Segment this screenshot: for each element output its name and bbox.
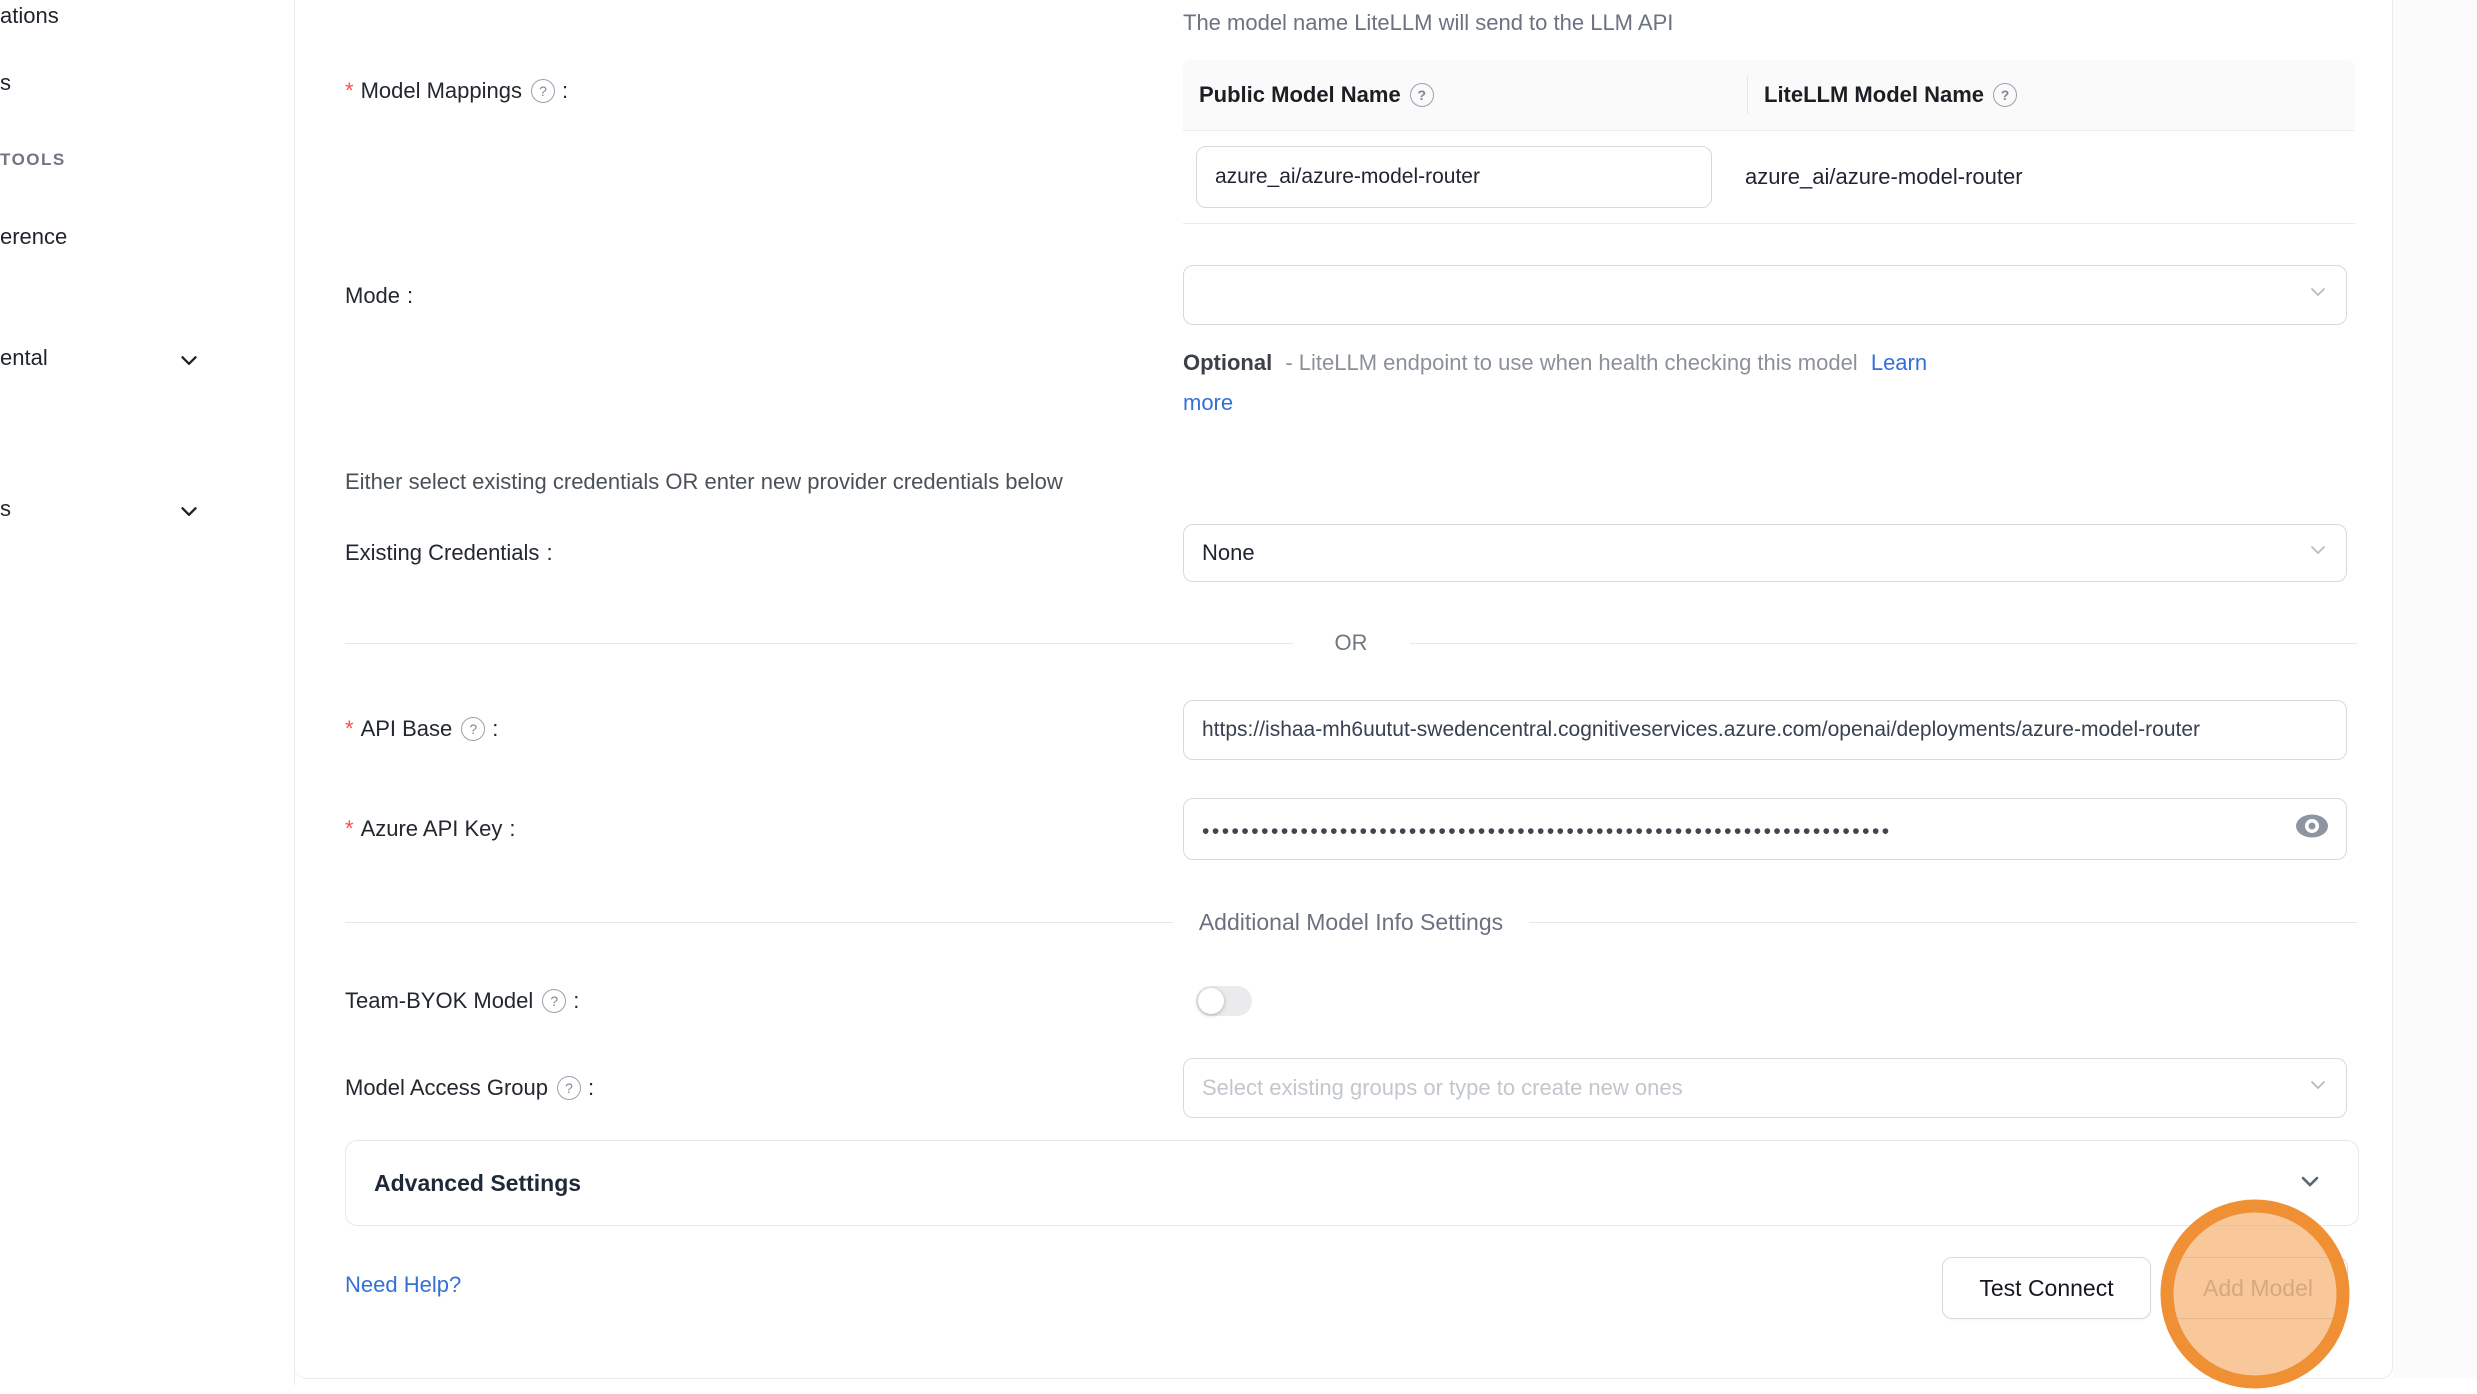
sidebar-item-erence[interactable]: erence: [0, 224, 67, 250]
litellm-model-name-value: azure_ai/azure-model-router: [1745, 162, 2023, 192]
team-byok-toggle[interactable]: [1196, 986, 1252, 1016]
help-icon[interactable]: ?: [1410, 83, 1434, 107]
chevron-down-icon[interactable]: [176, 347, 202, 378]
mode-optional-note: Optional - LiteLLM endpoint to use when …: [1183, 348, 1927, 378]
model-mappings-table-header: Public Model Name ? LiteLLM Model Name ?: [1183, 60, 2355, 131]
team-byok-label: Team-BYOK Model ? :: [345, 986, 579, 1016]
sidebar-item-s2[interactable]: s: [0, 496, 11, 522]
existing-credentials-label: Existing Credentials :: [345, 538, 553, 568]
model-mappings-table: Public Model Name ? LiteLLM Model Name ?…: [1183, 60, 2355, 224]
help-icon[interactable]: ?: [1993, 83, 2017, 107]
add-model-button[interactable]: Add Model: [2168, 1257, 2348, 1319]
model-name-helper-text: The model name LiteLLM will send to the …: [1183, 8, 1673, 38]
or-divider: OR: [345, 628, 2357, 658]
or-divider-text: OR: [1335, 630, 1368, 656]
divider-line: [345, 643, 1293, 644]
credentials-hint-text: Either select existing credentials OR en…: [345, 467, 1063, 497]
divider-line: [1529, 922, 2357, 923]
api-base-label: * API Base ? :: [345, 714, 498, 744]
required-mark: *: [345, 714, 354, 744]
model-mappings-label: * Model Mappings ? :: [345, 76, 568, 106]
public-model-name-input[interactable]: [1196, 146, 1712, 208]
sidebar-section-tools: TOOLS: [0, 150, 66, 170]
eye-icon[interactable]: [2294, 812, 2330, 846]
chevron-down-icon: [2296, 1167, 2324, 1200]
chevron-down-icon: [2306, 280, 2330, 310]
label-colon: :: [509, 814, 515, 844]
additional-settings-divider: Additional Model Info Settings: [345, 907, 2357, 937]
existing-credentials-label-text: Existing Credentials: [345, 538, 539, 568]
model-mappings-table-row: azure_ai/azure-model-router: [1183, 131, 2355, 224]
mode-label: Mode :: [345, 281, 413, 311]
additional-settings-divider-text: Additional Model Info Settings: [1199, 909, 1503, 936]
public-model-name-header: Public Model Name ?: [1183, 82, 1747, 108]
model-access-group-label: Model Access Group ? :: [345, 1073, 594, 1103]
litellm-model-name-header-text: LiteLLM Model Name: [1764, 82, 1984, 108]
help-icon[interactable]: ?: [461, 717, 485, 741]
chevron-down-icon[interactable]: [176, 498, 202, 529]
learn-more-link[interactable]: more: [1183, 390, 1233, 415]
sidebar: ations s TOOLS erence ental s: [0, 0, 295, 1385]
model-mappings-label-text: Model Mappings: [361, 76, 522, 106]
sidebar-item-ations[interactable]: ations: [0, 3, 59, 29]
help-icon[interactable]: ?: [531, 79, 555, 103]
label-colon: :: [492, 714, 498, 744]
help-icon[interactable]: ?: [542, 989, 566, 1013]
litellm-model-name-header: LiteLLM Model Name ?: [1747, 76, 2355, 114]
label-colon: :: [546, 538, 552, 568]
mode-optional-note-line2: more: [1183, 388, 1233, 418]
label-colon: :: [407, 281, 413, 311]
public-model-name-header-text: Public Model Name: [1199, 82, 1401, 108]
existing-credentials-select[interactable]: None: [1183, 524, 2347, 582]
sidebar-item-ental[interactable]: ental: [0, 345, 48, 371]
model-access-group-label-text: Model Access Group: [345, 1073, 548, 1103]
page-background: [2393, 0, 2477, 1378]
sidebar-item-s[interactable]: s: [0, 70, 11, 96]
model-access-group-placeholder: Select existing groups or type to create…: [1202, 1075, 1683, 1101]
required-mark: *: [345, 814, 354, 844]
label-colon: :: [573, 986, 579, 1016]
model-access-group-select[interactable]: Select existing groups or type to create…: [1183, 1058, 2347, 1118]
chevron-down-icon: [2306, 1073, 2330, 1103]
advanced-settings-panel[interactable]: Advanced Settings: [345, 1140, 2359, 1226]
existing-credentials-value: None: [1202, 540, 1255, 566]
azure-api-key-input[interactable]: ••••••••••••••••••••••••••••••••••••••••…: [1183, 798, 2347, 860]
api-base-label-text: API Base: [361, 714, 453, 744]
label-colon: :: [588, 1073, 594, 1103]
optional-bold-text: Optional: [1183, 350, 1272, 375]
learn-more-link[interactable]: Learn: [1871, 350, 1927, 375]
api-base-input[interactable]: [1183, 700, 2347, 760]
optional-body-text: - LiteLLM endpoint to use when health ch…: [1285, 350, 1857, 375]
label-colon: :: [562, 76, 568, 106]
advanced-settings-label: Advanced Settings: [374, 1170, 2296, 1197]
help-icon[interactable]: ?: [557, 1076, 581, 1100]
need-help-link[interactable]: Need Help?: [345, 1272, 461, 1298]
masked-api-key-value: ••••••••••••••••••••••••••••••••••••••••…: [1202, 817, 2262, 842]
divider-line: [345, 922, 1173, 923]
team-byok-label-text: Team-BYOK Model: [345, 986, 533, 1016]
test-connect-button[interactable]: Test Connect: [1942, 1257, 2151, 1319]
mode-select[interactable]: [1183, 265, 2347, 325]
mode-label-text: Mode: [345, 281, 400, 311]
azure-api-key-label: * Azure API Key :: [345, 814, 516, 844]
required-mark: *: [345, 76, 354, 106]
toggle-knob: [1198, 988, 1224, 1014]
divider-line: [1410, 643, 2358, 644]
azure-api-key-label-text: Azure API Key: [361, 814, 503, 844]
chevron-down-icon: [2306, 538, 2330, 568]
